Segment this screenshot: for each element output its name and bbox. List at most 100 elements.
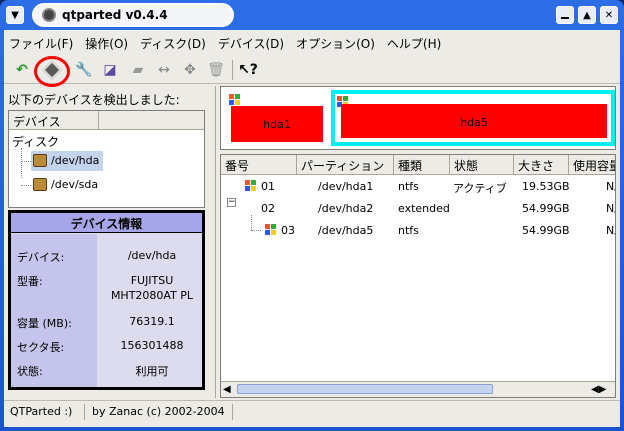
cell-size: 19.53GB — [522, 180, 570, 193]
status-bar: QTParted :) by Zanac (c) 2002-2004 — [4, 400, 620, 424]
disk-map: hda1 hda5 — [220, 86, 616, 150]
info-value: 利用可 — [135, 365, 169, 378]
close-button[interactable]: ✕ — [600, 6, 618, 24]
toolbar-separator — [232, 60, 233, 80]
cell-type: ntfs — [398, 224, 419, 237]
info-value: 76319.1 — [129, 315, 175, 328]
menu-options[interactable]: オプション(O) — [291, 32, 382, 54]
tree-item-sda[interactable]: /dev/sda — [31, 175, 103, 195]
minimize-icon — [561, 17, 569, 19]
column-header-size[interactable]: 大きさ — [514, 155, 569, 175]
column-header-number[interactable]: 番号 — [221, 155, 297, 175]
menu-disk[interactable]: ディスク(D) — [135, 32, 213, 54]
partition-panel: hda1 hda5 番号 パーティション 種類 状態 大きさ 使用容量 01 /… — [220, 86, 620, 398]
status-divider — [232, 404, 233, 420]
window-title: qtparted v0.4.4 — [62, 8, 168, 22]
resize-icon[interactable]: ↔ — [154, 60, 174, 80]
minimize-button[interactable] — [556, 6, 574, 24]
windows-flag-icon — [229, 94, 241, 106]
scroll-thumb[interactable] — [237, 384, 493, 394]
column-header-used[interactable]: 使用容量 — [569, 155, 615, 175]
menu-operation[interactable]: 操作(O) — [80, 32, 135, 54]
column-header-partition[interactable]: パーティション — [297, 155, 394, 175]
table-row[interactable]: 02 /dev/hda2 extended 54.99GB N/A — [221, 198, 615, 220]
status-right: by Zanac (c) 2002-2004 — [92, 405, 225, 418]
cell-partition: /dev/hda5 — [318, 224, 374, 237]
map-partition-label: hda5 — [341, 104, 607, 138]
wrench-icon[interactable]: 🔧 — [74, 60, 94, 80]
table-row[interactable]: 03 /dev/hda5 ntfs 54.99GB N/A — [221, 220, 615, 242]
client-area: ファイル(F) 操作(O) ディスク(D) デバイス(D) オプション(O) ヘ… — [4, 30, 620, 427]
device-info-title: デバイス情報 — [11, 213, 202, 233]
cell-type: extended — [398, 202, 450, 215]
harddisk-icon — [33, 154, 47, 167]
info-label: 状態: — [17, 365, 43, 378]
app-icon — [42, 8, 56, 22]
map-partition-label: hda1 — [231, 106, 323, 142]
window-menu-button[interactable]: ▼ — [6, 6, 24, 24]
tree-line — [21, 161, 31, 162]
scroll-left-icon[interactable]: ◀ — [223, 384, 231, 395]
undo-arrow-icon[interactable]: ↶ — [12, 60, 32, 80]
tree-item-label: /dev/sda — [51, 178, 99, 191]
maximize-button[interactable]: ▲ — [578, 6, 596, 24]
cell-status: アクティブ — [453, 182, 507, 195]
column-header-type[interactable]: 種類 — [394, 155, 450, 175]
trash-icon[interactable]: 🗑 — [206, 60, 226, 80]
menu-help[interactable]: ヘルプ(H) — [382, 32, 448, 54]
device-info-panel: デバイス情報 デバイス: /dev/hda 型番: FUJITSU MHT208… — [8, 210, 205, 390]
info-value: 156301488 — [120, 339, 184, 352]
tree-root-disks[interactable]: ディスク — [12, 133, 59, 150]
highlight-circle — [34, 56, 70, 87]
harddisk-icon — [33, 178, 47, 191]
tree-line — [21, 185, 31, 186]
cell-number: 02 — [261, 202, 275, 215]
move-icon[interactable]: ✥ — [180, 60, 200, 80]
info-label: セクタ長: — [17, 341, 65, 354]
horizontal-scrollbar[interactable]: ◀ ◀▶ — [221, 381, 615, 397]
cell-used: N/A — [606, 180, 615, 193]
close-icon: ✕ — [604, 9, 614, 21]
windows-flag-icon — [265, 224, 277, 236]
cell-size: 54.99GB — [522, 202, 570, 215]
cell-partition: /dev/hda2 — [318, 202, 374, 215]
windows-flag-icon — [245, 180, 257, 192]
tree-item-hda[interactable]: /dev/hda — [31, 151, 103, 171]
info-value: /dev/hda — [127, 249, 177, 262]
device-panel: 以下のデバイスを検出しました: デバイス ディスク /dev/hda /dev/… — [4, 86, 212, 398]
info-label: 型番: — [17, 275, 43, 288]
table-row[interactable]: 01 /dev/hda1 ntfs アクティブ 19.53GB N/A — [221, 176, 615, 198]
cell-partition: /dev/hda1 — [318, 180, 374, 193]
info-label: デバイス: — [17, 251, 65, 264]
column-header-status[interactable]: 状態 — [450, 155, 514, 175]
map-partition-hda1[interactable]: hda1 — [229, 94, 323, 142]
eraser-icon[interactable]: ▰ — [128, 60, 148, 80]
cell-number: 03 — [281, 224, 295, 237]
status-divider — [84, 404, 85, 420]
detected-devices-label: 以下のデバイスを検出しました: — [8, 93, 180, 107]
maximize-icon: ▲ — [583, 9, 591, 21]
scroll-arrows-icon[interactable]: ◀▶ — [591, 384, 606, 395]
map-partition-hda5-selected[interactable]: hda5 — [331, 90, 615, 146]
panel-splitter[interactable] — [212, 86, 220, 398]
whatsthis-help-icon[interactable]: ↖? — [238, 60, 258, 80]
device-column-header[interactable]: デバイス — [9, 111, 99, 130]
tree-header-filler — [99, 111, 204, 130]
cell-used: N/A — [606, 224, 615, 237]
cell-type: ntfs — [398, 180, 419, 193]
device-tree[interactable]: デバイス ディスク /dev/hda /dev/sda — [8, 110, 205, 208]
splitter-line — [215, 86, 216, 398]
info-value: FUJITSU MHT2080AT PL — [110, 274, 194, 302]
chevron-down-icon: ▼ — [11, 9, 19, 21]
partition-table: 番号 パーティション 種類 状態 大きさ 使用容量 01 /dev/hda1 n… — [220, 154, 616, 398]
format-icon[interactable]: ◪ — [100, 60, 120, 80]
status-left: QTParted :) — [10, 405, 73, 418]
title-pill: qtparted v0.4.4 — [32, 3, 234, 27]
menu-device[interactable]: デバイス(D) — [213, 32, 291, 54]
info-label: 容量 (MB): — [17, 317, 72, 330]
title-bar[interactable]: ▼ qtparted v0.4.4 ▲ ✕ — [0, 0, 624, 30]
menu-file[interactable]: ファイル(F) — [4, 32, 80, 54]
cell-used: N/A — [606, 202, 615, 215]
toolbar: ↶ 🔧 ◪ ▰ ↔ ✥ 🗑 ↖? — [4, 56, 620, 87]
cell-number: 01 — [261, 180, 275, 193]
